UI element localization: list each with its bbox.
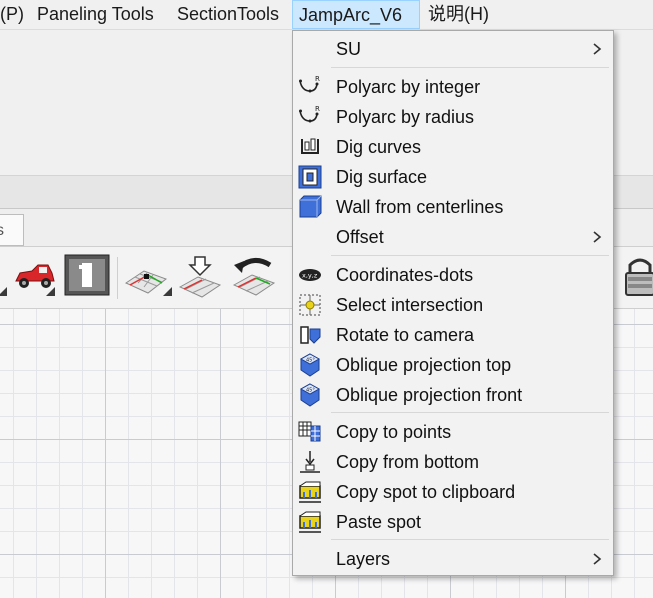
svg-text:45°: 45°: [306, 358, 315, 364]
dropdown-triangle-icon[interactable]: [46, 287, 55, 296]
menu-item-label: Layers: [336, 549, 391, 569]
svg-text:R: R: [315, 105, 320, 113]
menu-help[interactable]: 说明(H): [428, 0, 489, 29]
copy-spot-icon: [299, 481, 321, 503]
submenu-arrow-icon: [593, 43, 602, 55]
menu-item-copy-from-bottom[interactable]: Copy from bottom: [293, 447, 613, 477]
menu-item-rotate-to-camera[interactable]: Rotate to camera: [293, 320, 613, 350]
dropdown-triangle-icon[interactable]: [0, 287, 7, 296]
copy-from-bottom-icon: [300, 451, 320, 473]
menubar: (P) Paneling Tools SectionTools JampArc_…: [0, 0, 653, 30]
menu-item-label: Copy to points: [336, 422, 452, 442]
dropdown-triangle-icon[interactable]: [163, 287, 172, 296]
svg-text:45°: 45°: [306, 388, 315, 394]
menu-item-label: Rotate to camera: [336, 325, 475, 345]
menu-item-label: Dig surface: [336, 167, 428, 187]
svg-text:R: R: [315, 75, 320, 83]
menu-item-copy-to-points[interactable]: Copy to points: [293, 417, 613, 447]
menu-item-copy-spot-to-clipboard[interactable]: Copy spot to clipboard: [293, 477, 613, 507]
menu-separator: [331, 412, 609, 413]
wall-icon: [299, 195, 322, 218]
plane-arrow-icon[interactable]: [176, 253, 224, 301]
menu-item-oblique-projection-front[interactable]: 45° Oblique projection front: [293, 380, 613, 410]
menu-separator: [331, 67, 609, 68]
menu-item-select-intersection[interactable]: Select intersection: [293, 290, 613, 320]
menu-separator: [331, 255, 609, 256]
menu-item-dig-surface[interactable]: Dig surface: [293, 162, 613, 192]
viewport-1-icon[interactable]: [64, 253, 112, 301]
oblique-projection-icon: 45°: [299, 383, 321, 407]
menu-item-label: Oblique projection front: [336, 385, 523, 405]
menu-item-label: Dig curves: [336, 137, 422, 157]
viewport-tab[interactable]: s: [0, 214, 24, 246]
menu-item-label: Coordinates-dots: [336, 265, 474, 285]
polyarc-icon: R: [299, 75, 320, 93]
coordinates-dots-icon: x,y,z: [299, 269, 321, 281]
lock-icon[interactable]: [616, 253, 653, 301]
submenu-arrow-icon: [593, 231, 602, 243]
menu-item-label: Offset: [336, 227, 384, 247]
menu-item-paste-spot[interactable]: Paste spot: [293, 507, 613, 537]
menu-item-su[interactable]: SU: [293, 34, 613, 64]
menu-item-label: SU: [336, 39, 362, 59]
menu-item-label: Select intersection: [336, 295, 484, 315]
menu-item-polyarc-integer[interactable]: R Polyarc by integer: [293, 72, 613, 102]
menu-item-layers[interactable]: Layers: [293, 544, 613, 574]
paste-spot-icon: [299, 511, 321, 533]
dig-surface-icon: [298, 165, 322, 189]
menu-section-tools[interactable]: SectionTools: [177, 0, 279, 29]
menu-item-polyarc-radius[interactable]: R Polyarc by radius: [293, 102, 613, 132]
jamparc-dropdown-menu: SU R Polyarc by integer R Polyarc by rad…: [292, 30, 614, 576]
menu-item-dig-curves[interactable]: Dig curves: [293, 132, 613, 162]
toolbar-separator: [117, 257, 118, 299]
select-intersection-icon: [299, 294, 321, 316]
menu-item-coordinates-dots[interactable]: x,y,z Coordinates-dots: [293, 260, 613, 290]
oblique-projection-icon: 45°: [299, 353, 321, 377]
submenu-arrow-icon: [593, 553, 602, 565]
menu-item-label: Oblique projection top: [336, 355, 512, 375]
menu-item-label: Copy from bottom: [336, 452, 480, 472]
menu-jamparc-v6[interactable]: JampArc_V6: [292, 0, 420, 29]
rotate-to-camera-icon: [300, 326, 321, 344]
menu-item-wall-from-centerlines[interactable]: Wall from centerlines: [293, 192, 613, 222]
viewport-tab-label: s: [0, 222, 4, 239]
dig-curves-icon: [301, 138, 319, 154]
menu-item-label: Paste spot: [336, 512, 422, 532]
menu-item-label: Wall from centerlines: [336, 197, 504, 217]
menu-item-label: Copy spot to clipboard: [336, 482, 516, 502]
menu-paneling-tools[interactable]: Paneling Tools: [37, 0, 154, 29]
menu-item-label: Polyarc by integer: [336, 77, 481, 97]
copy-to-points-icon: [298, 421, 321, 442]
menu-item-oblique-projection-top[interactable]: 45° Oblique projection top: [293, 350, 613, 380]
svg-text:x,y,z: x,y,z: [302, 272, 318, 280]
rotate-plane-icon[interactable]: [230, 253, 278, 301]
menu-partial-item[interactable]: (P): [0, 0, 24, 29]
polyarc-icon: R: [299, 105, 320, 123]
menu-item-label: Polyarc by radius: [336, 107, 475, 127]
menu-separator: [331, 539, 609, 540]
menu-item-offset[interactable]: Offset: [293, 222, 613, 252]
